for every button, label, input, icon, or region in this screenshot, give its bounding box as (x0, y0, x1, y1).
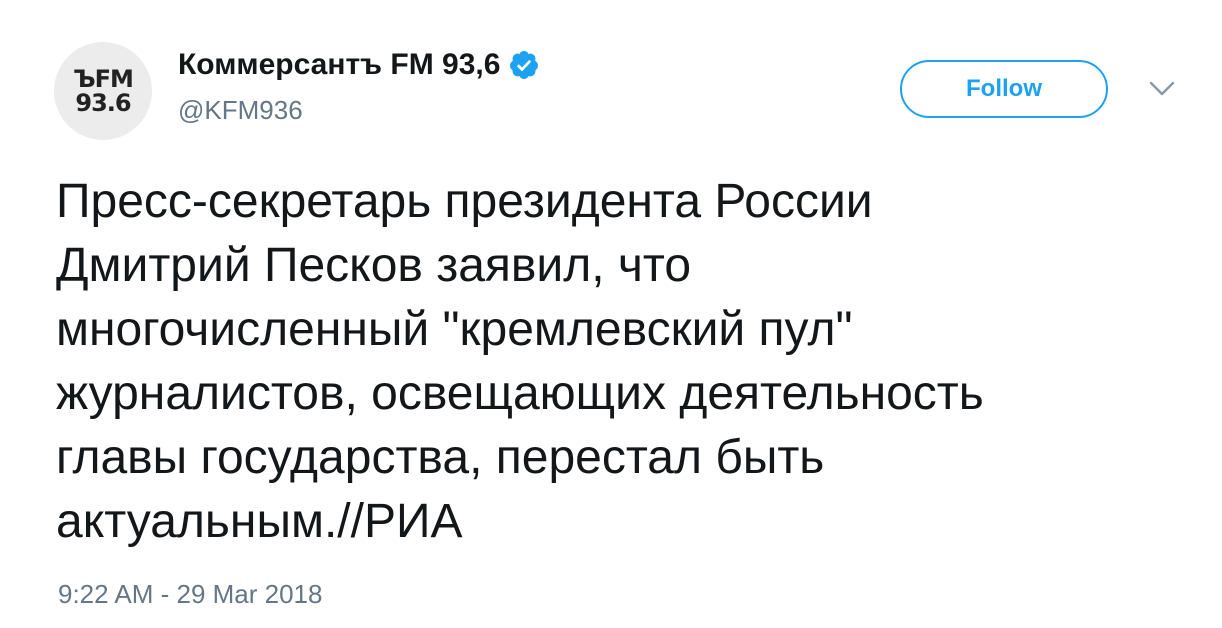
tweet-text-line: главы государства, перестал быть (56, 431, 825, 484)
name-row: Коммерсантъ FM 93,6 (178, 46, 540, 84)
account-info: Коммерсантъ FM 93,6 @KFM936 (178, 46, 540, 126)
tweet-text: Пресс-секретарь президента России Дмитри… (56, 170, 1186, 554)
avatar[interactable]: ЪFM 93.6 (54, 42, 152, 140)
tweet-text-line: Дмитрий Песков заявил, что (56, 239, 692, 292)
tweet-text-line: Пресс-секретарь президента России (56, 175, 873, 228)
tweet-text-line: журналистов, освещающих деятельность (56, 367, 984, 420)
account-handle[interactable]: @KFM936 (178, 94, 540, 126)
display-name[interactable]: Коммерсантъ FM 93,6 (178, 46, 500, 84)
verified-badge-icon (510, 51, 539, 79)
avatar-logo-top: ЪFM (73, 65, 134, 93)
chevron-down-icon[interactable] (1148, 78, 1176, 100)
tweet-card: ЪFM 93.6 Коммерсантъ FM 93,6 @KFM936 Fol… (0, 0, 1222, 628)
tweet-timestamp[interactable]: 9:22 AM - 29 Mar 2018 (58, 578, 322, 610)
tweet-text-line: многочисленный "кремлевский пул" (56, 303, 853, 356)
tweet-text-line: актуальным.//РИА (56, 495, 463, 548)
follow-button[interactable]: Follow (900, 60, 1108, 118)
avatar-logo-bottom: 93.6 (75, 89, 131, 117)
